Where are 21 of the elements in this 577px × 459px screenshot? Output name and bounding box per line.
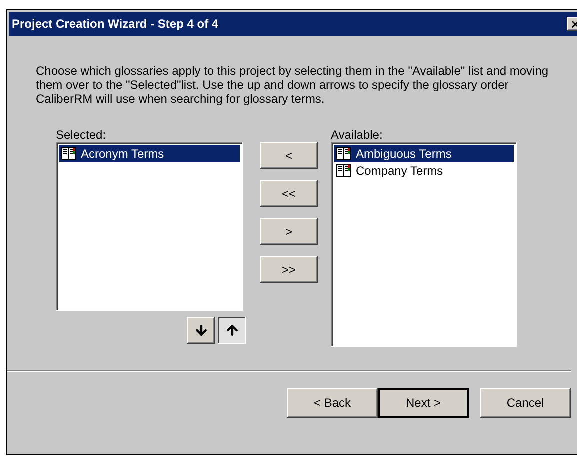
glossary-list[interactable]: Ambiguous Terms Company Terms bbox=[331, 142, 517, 347]
list-item[interactable]: Company Terms bbox=[334, 162, 514, 179]
list-item[interactable]: Acronym Terms bbox=[59, 145, 240, 162]
instructions-text: Choose which glossaries apply to this project by selecting them in the "Available" list and moving them over to the "Selected"list. Use the up and down arrows to specify the glossary order CaliberRM will use when searching for glossary terms. bbox=[36, 64, 550, 106]
list-label: Available: bbox=[331, 129, 384, 142]
down-arrow-icon bbox=[194, 323, 208, 338]
list-item[interactable]: Ambiguous Terms bbox=[334, 145, 514, 162]
transfer-button[interactable]: < bbox=[260, 142, 318, 169]
book-icon bbox=[336, 147, 351, 160]
dialog-button[interactable]: Cancel bbox=[480, 388, 571, 418]
dialog-button[interactable]: < Back bbox=[287, 388, 378, 418]
glossary-list[interactable]: Acronym Terms bbox=[56, 142, 243, 311]
book-icon bbox=[61, 147, 76, 160]
transfer-button[interactable]: > bbox=[260, 218, 318, 245]
book-icon bbox=[336, 164, 351, 177]
transfer-button[interactable]: << bbox=[260, 180, 318, 207]
list-label: Selected: bbox=[56, 127, 108, 142]
window-title: Project Creation Wizard - Step 4 of 4 bbox=[12, 16, 219, 33]
dialog-button[interactable]: Next > bbox=[378, 388, 469, 418]
move-button[interactable] bbox=[218, 317, 246, 344]
transfer-button[interactable]: >> bbox=[260, 256, 318, 283]
